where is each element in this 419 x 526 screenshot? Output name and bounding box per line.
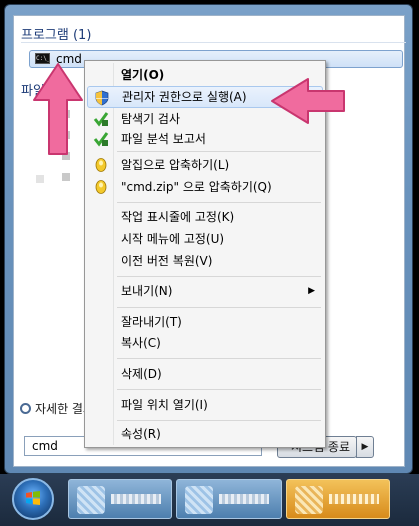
windows-logo-icon <box>26 491 40 505</box>
blurred-label <box>329 494 379 504</box>
menu-separator <box>117 276 321 277</box>
menu-item-copy[interactable]: 복사(C) <box>87 332 323 354</box>
blurred-file-icon <box>62 173 70 181</box>
menu-item-delete[interactable]: 삭제(D) <box>87 363 323 385</box>
menu-item-pin-start[interactable]: 시작 메뉴에 고정(U) <box>87 228 323 250</box>
app-icon <box>185 486 213 514</box>
menu-separator <box>117 389 321 390</box>
submenu-arrow-icon: ▶ <box>308 286 315 296</box>
uac-shield-icon <box>95 90 109 106</box>
app-icon <box>295 486 323 514</box>
menu-separator <box>117 358 321 359</box>
scan-icon <box>93 112 109 127</box>
menu-item-restore-previous[interactable]: 이전 버전 복원(V) <box>87 250 323 272</box>
blurred-file-icon <box>36 175 44 183</box>
report-icon <box>93 132 109 147</box>
menu-item-properties[interactable]: 속성(R) <box>87 423 323 445</box>
menu-item-cut[interactable]: 잘라내기(T) <box>87 311 323 333</box>
menu-separator <box>117 151 321 152</box>
menu-separator <box>117 420 321 421</box>
menu-separator <box>117 307 321 308</box>
taskbar-button[interactable] <box>176 479 282 519</box>
shutdown-options-button[interactable]: ▶ <box>356 436 374 458</box>
search-icon <box>20 403 31 414</box>
app-icon <box>77 486 105 514</box>
menu-item-send-to[interactable]: 보내기(N) ▶ <box>87 280 323 302</box>
programs-header: 프로그램 (1) <box>21 28 92 43</box>
alzip-icon <box>95 180 107 194</box>
menu-item-file-report[interactable]: 파일 분석 보고서 <box>87 128 323 150</box>
menu-item-open-file-location[interactable]: 파일 위치 열기(I) <box>87 394 323 416</box>
start-button[interactable] <box>12 478 54 520</box>
annotation-arrow-left-icon <box>271 78 345 124</box>
annotation-arrow-up-icon <box>33 63 83 155</box>
menu-item-alzip-compress[interactable]: 알집으로 압축하기(L) <box>87 154 323 176</box>
taskbar-button[interactable] <box>286 479 390 519</box>
blurred-label <box>111 494 161 504</box>
menu-item-compress-to-zip[interactable]: "cmd.zip" 으로 압축하기(Q) <box>87 176 323 198</box>
blurred-label <box>219 494 269 504</box>
taskbar-button[interactable] <box>68 479 172 519</box>
divider <box>21 42 406 43</box>
alzip-icon <box>95 158 107 172</box>
menu-item-pin-taskbar[interactable]: 작업 표시줄에 고정(K) <box>87 206 323 228</box>
menu-separator <box>117 202 321 203</box>
